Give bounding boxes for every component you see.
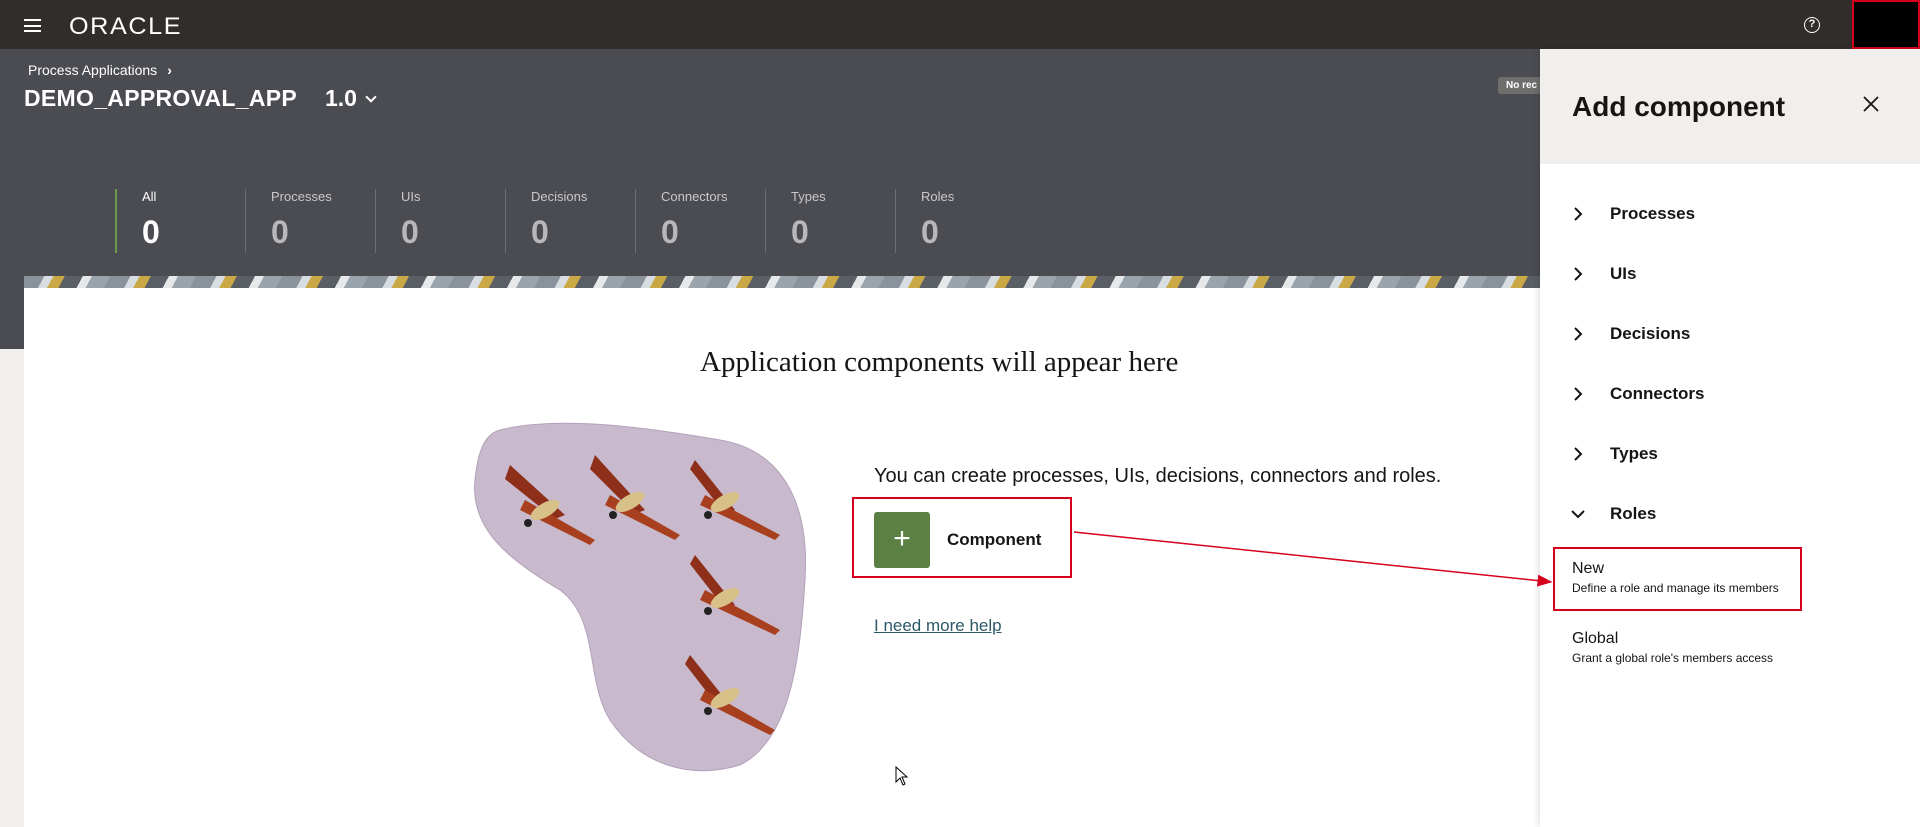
stat-label: Roles [921,189,955,204]
stat-processes[interactable]: Processes 0 [245,189,375,253]
empty-state-title: Application components will appear here [700,346,1179,378]
accordion-decisions[interactable]: Decisions [1570,324,1690,344]
oracle-logo[interactable]: ORACLE [69,13,182,41]
roles-item-title: Global [1572,630,1619,647]
stat-label: UIs [401,189,421,204]
roles-item-desc: Grant a global role's members access [1572,651,1774,665]
drawer-title: Add component [1572,91,1786,122]
stat-types[interactable]: Types 0 [765,189,895,253]
stat-label: Processes [271,189,332,204]
stat-decisions[interactable]: Decisions 0 [505,189,635,253]
stat-value: 0 [661,214,679,250]
accordion-connectors[interactable]: Connectors [1570,384,1704,404]
stat-label: All [142,189,157,204]
accordion-uis[interactable]: UIs [1570,264,1636,284]
chevron-right-icon [1574,327,1583,341]
stat-value: 0 [531,214,549,250]
stat-value: 0 [921,214,939,250]
add-component-button[interactable]: + Component [874,512,1041,568]
accordion-label: Connectors [1610,384,1705,403]
version-label: 1.0 [325,85,357,111]
chevron-right-icon: › [167,62,172,78]
user-avatar-button[interactable] [1852,0,1920,49]
chevron-right-icon [1574,447,1583,461]
chevron-down-icon [365,90,377,103]
need-more-help-link[interactable]: I need more help [874,616,1002,636]
highlight-frame-new-role [1553,547,1802,611]
breadcrumb[interactable]: Process Applications › [28,62,172,78]
drawer-header: Add component [1540,49,1920,164]
stat-uis[interactable]: UIs 0 [375,189,505,253]
plus-icon: + [874,512,930,568]
flying-geese-illustration [474,422,807,772]
chevron-right-icon [1574,267,1583,281]
hamburger-menu-icon[interactable] [24,19,41,32]
accordion-label: Types [1610,444,1658,463]
accordion-types[interactable]: Types [1570,444,1658,464]
accordion-label: Decisions [1610,324,1691,343]
add-component-label: Component [947,530,1042,549]
component-stats: All 0 Processes 0 UIs 0 Decisions 0 Conn… [115,189,1025,253]
help-circle-icon[interactable]: ? [1804,17,1820,33]
add-component-drawer: Add component Processes UIs Decisions Co… [1540,49,1920,827]
page-title: DEMO_APPROVAL_APP [24,85,298,111]
stat-all[interactable]: All 0 [115,189,245,253]
accordion-label: Roles [1610,504,1657,523]
accordion-processes[interactable]: Processes [1570,204,1695,224]
top-bar: ORACLE ? [0,0,1920,49]
decorative-pattern-band [24,276,1540,288]
accordion-roles[interactable]: Roles [1570,504,1656,524]
stat-connectors[interactable]: Connectors 0 [635,189,765,253]
stat-value: 0 [142,214,160,250]
stat-value: 0 [791,214,809,250]
stat-roles[interactable]: Roles 0 [895,189,1025,253]
chevron-right-icon [1574,387,1583,401]
roles-global-item[interactable]: Global Grant a global role's members acc… [1572,630,1773,665]
chevron-right-icon [1574,207,1583,221]
stat-label: Types [791,189,826,204]
empty-state-description: You can create processes, UIs, decisions… [874,465,1442,487]
accordion-label: UIs [1610,264,1637,283]
status-badge: No rec [1498,77,1546,94]
stat-value: 0 [271,214,289,250]
close-icon[interactable] [1860,93,1882,115]
accordion-label: Processes [1610,204,1696,223]
stat-label: Decisions [531,189,588,204]
chevron-down-icon [1571,510,1585,519]
breadcrumb-process-applications[interactable]: Process Applications [28,62,157,78]
stat-value: 0 [401,214,419,250]
stat-label: Connectors [661,189,728,204]
version-selector[interactable]: 1.0 [325,85,377,112]
mouse-cursor-icon [895,766,909,786]
